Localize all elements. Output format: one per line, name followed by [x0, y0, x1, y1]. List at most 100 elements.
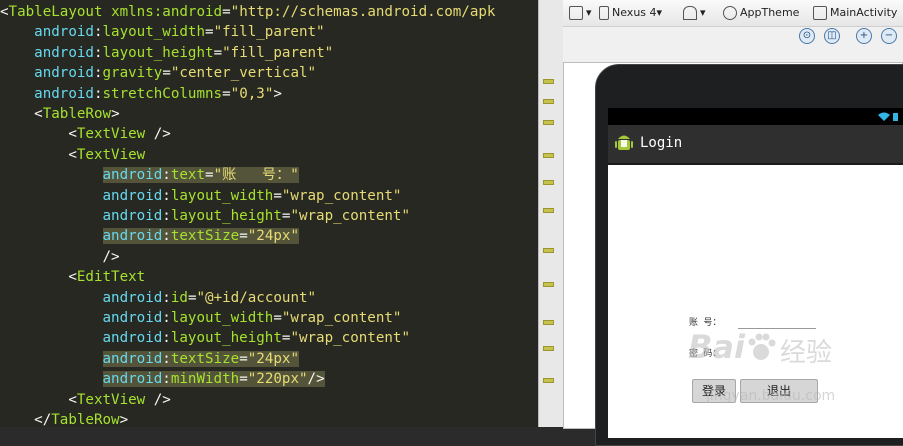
- ruler-marker[interactable]: [543, 282, 554, 287]
- theme-icon: [723, 6, 737, 20]
- ruler-marker[interactable]: [543, 248, 554, 253]
- code-token: />: [307, 371, 325, 388]
- zoom-real-size-icon[interactable]: ⊙: [799, 28, 815, 44]
- zoom-out-icon[interactable]: −: [881, 28, 897, 44]
- code-line[interactable]: <TableLayout xmlns:android="http://schem…: [0, 2, 495, 22]
- ruler-marker[interactable]: [543, 120, 554, 125]
- code-line[interactable]: android:layout_height="wrap_content": [0, 328, 411, 348]
- code-line[interactable]: android:textSize="24px": [0, 226, 299, 246]
- ruler-marker[interactable]: [543, 208, 554, 213]
- code-line[interactable]: <TextView />: [0, 390, 171, 410]
- code-token: =: [273, 187, 282, 204]
- code-line[interactable]: android:layout_width="fill_parent": [0, 22, 325, 42]
- overview-ruler[interactable]: [538, 0, 564, 427]
- code-token: TableRow: [51, 412, 120, 427]
- code-line[interactable]: android:layout_height="fill_parent": [0, 43, 333, 63]
- code-line[interactable]: <TextView: [0, 145, 145, 165]
- code-token: android: [34, 85, 94, 102]
- activity-dropdown[interactable]: MainActivity: [813, 5, 897, 21]
- app-title: Login: [640, 135, 683, 151]
- activity-label: MainActivity: [830, 6, 898, 19]
- device-dropdown[interactable]: Nexus 4▾: [599, 5, 662, 21]
- code-token: "@+id/account": [196, 289, 317, 306]
- code-line[interactable]: />: [0, 247, 119, 267]
- code-line[interactable]: android:layout_width="wrap_content": [0, 308, 402, 328]
- code-token: android: [102, 330, 163, 347]
- code-token: :: [93, 24, 103, 41]
- code-token: =: [222, 85, 231, 102]
- ruler-marker[interactable]: [543, 378, 554, 383]
- code-token: minWidth: [170, 371, 240, 388]
- code-token: android: [102, 289, 163, 306]
- ruler-marker[interactable]: [543, 153, 554, 158]
- code-token: "http://schemas.android.com/apk: [230, 4, 496, 20]
- page-icon: [569, 6, 583, 20]
- code-line[interactable]: android:textSize="24px": [0, 349, 299, 369]
- code-token: "24px": [247, 350, 299, 367]
- code-token: />: [145, 391, 171, 408]
- ruler-marker[interactable]: [543, 79, 554, 84]
- code-token: "24px": [247, 228, 299, 245]
- code-token: android: [34, 44, 94, 61]
- ruler-marker[interactable]: [543, 99, 554, 104]
- code-token: "fill_parent": [213, 24, 325, 41]
- code-token: =: [213, 44, 223, 61]
- code-token: <: [0, 269, 77, 286]
- orientation-dropdown[interactable]: ▾: [683, 5, 706, 21]
- code-token: :: [162, 310, 171, 326]
- code-line[interactable]: android:layout_height="wrap_content": [0, 206, 411, 226]
- account-label: 账 号：: [689, 318, 722, 328]
- code-line[interactable]: <TableRow>: [0, 104, 119, 124]
- code-line[interactable]: android:text="账 号：": [0, 165, 299, 185]
- code-line[interactable]: android:stretchColumns="0,3">: [0, 84, 282, 104]
- code-token: </: [0, 412, 52, 427]
- code-line[interactable]: android:id="@+id/account": [0, 288, 317, 308]
- code-line[interactable]: android:minWidth="220px"/>: [0, 369, 325, 389]
- code-line[interactable]: <TextView />: [0, 124, 171, 144]
- code-token: xmlns:android: [111, 4, 223, 20]
- code-line[interactable]: android:gravity="center_vertical": [0, 63, 316, 83]
- theme-dropdown[interactable]: AppTheme: [723, 5, 799, 21]
- code-token: layout_height: [102, 44, 214, 61]
- code-token: "wrap_content": [281, 187, 402, 204]
- code-token: layout_height: [170, 330, 282, 347]
- wifi-battery-icon: [878, 112, 898, 121]
- exit-button[interactable]: 退出: [740, 379, 818, 403]
- code-token: />: [145, 126, 171, 143]
- code-token: :: [93, 44, 103, 61]
- code-token: android: [102, 310, 163, 326]
- code-token: "wrap_content": [290, 208, 411, 224]
- code-token: TextView: [76, 146, 146, 163]
- code-token: =: [273, 310, 282, 326]
- ruler-marker[interactable]: [543, 320, 554, 325]
- xml-code-editor[interactable]: <TableLayout xmlns:android="http://schem…: [0, 0, 538, 427]
- code-token: =: [162, 65, 171, 82]
- zoom-toolbar: ⊙ ◫ + −: [563, 26, 903, 46]
- ruler-marker[interactable]: [543, 180, 554, 185]
- layout-config-dropdown[interactable]: ▾: [569, 5, 592, 21]
- login-button[interactable]: 登录: [692, 379, 736, 403]
- code-token: TextView: [76, 391, 146, 408]
- code-line[interactable]: </TableRow>: [0, 410, 128, 427]
- code-token: :: [162, 187, 171, 204]
- code-token: layout_height: [170, 208, 282, 224]
- code-token: =: [205, 24, 214, 41]
- ruler-marker[interactable]: [543, 346, 554, 351]
- code-token: :: [162, 289, 171, 306]
- code-line[interactable]: android:layout_width="wrap_content": [0, 186, 402, 206]
- code-token: android: [34, 65, 94, 82]
- chevron-down-icon: ▾: [656, 6, 663, 19]
- zoom-fit-icon[interactable]: ◫: [824, 28, 840, 44]
- code-token: "账 号：": [213, 167, 299, 184]
- account-input[interactable]: [738, 314, 816, 329]
- code-token: "center_vertical": [170, 65, 317, 82]
- zoom-in-icon[interactable]: +: [856, 28, 872, 44]
- code-token: =: [239, 371, 248, 388]
- action-bar: Login: [608, 125, 903, 165]
- code-line[interactable]: <EditText: [0, 267, 145, 287]
